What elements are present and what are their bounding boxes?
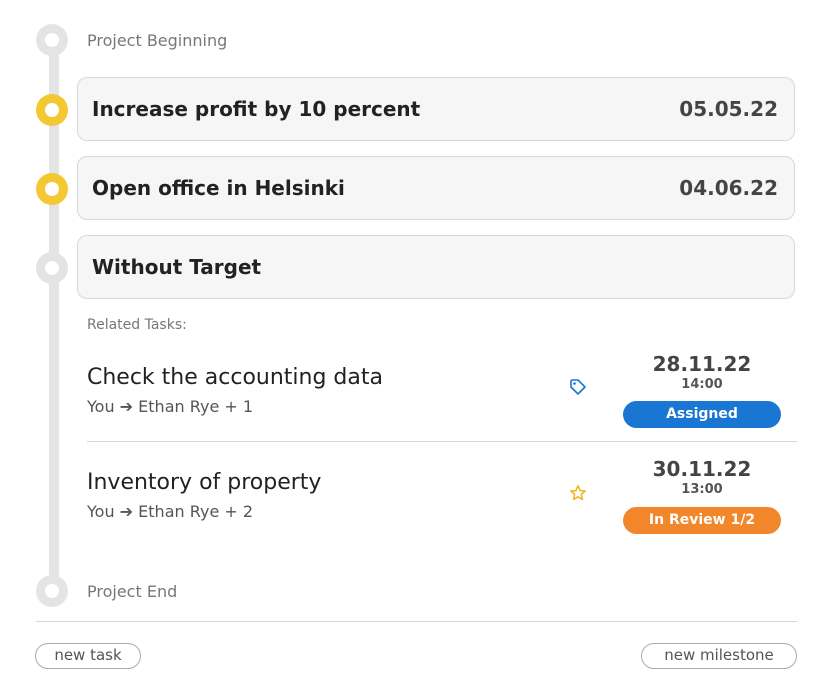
related-tasks-label: Related Tasks: [87,317,187,333]
milestone-node-2 [36,173,68,205]
milestone-card-1[interactable]: Increase profit by 10 percent 05.05.22 [77,77,795,141]
task-assignment: You ➔ Ethan Rye + 2 [87,502,253,521]
task-from: You [87,397,115,416]
project-beginning-label: Project Beginning [87,31,228,50]
task-time: 14:00 [681,377,723,392]
tag-icon[interactable] [569,378,587,396]
task-assignment: You ➔ Ethan Rye + 1 [87,397,253,416]
new-task-button[interactable]: new task [35,643,141,669]
milestone-card-2[interactable]: Open office in Helsinki 04.06.22 [77,156,795,220]
task-title: Inventory of property [87,470,322,495]
arrow-icon: ➔ [119,397,134,416]
milestone-date: 05.05.22 [679,97,778,121]
milestone-date: 04.06.22 [679,176,778,200]
task-to: Ethan Rye + 2 [138,502,254,521]
status-badge[interactable]: Assigned [623,401,781,428]
milestone-title: Open office in Helsinki [92,176,345,200]
task-date: 30.11.22 [652,457,752,481]
milestone-title: Increase profit by 10 percent [92,97,421,121]
task-time: 13:00 [681,482,723,497]
milestone-title: Without Target [92,255,262,279]
task-row-2[interactable]: Inventory of property You ➔ Ethan Rye + … [87,445,796,549]
task-to: Ethan Rye + 1 [138,397,254,416]
timeline-start-node [36,24,68,56]
milestone-card-3[interactable]: Without Target [77,235,795,299]
task-from: You [87,502,115,521]
task-date: 28.11.22 [652,352,752,376]
project-end-label: Project End [87,582,178,601]
task-row-1[interactable]: Check the accounting data You ➔ Ethan Ry… [87,340,796,444]
milestone-node-3 [36,252,68,284]
status-badge[interactable]: In Review 1/2 [623,507,781,534]
task-divider [87,441,797,442]
new-milestone-button[interactable]: new milestone [641,643,797,669]
milestone-node-1 [36,94,68,126]
arrow-icon: ➔ [119,502,134,521]
footer-divider [36,621,797,622]
timeline-end-node [36,575,68,607]
star-icon[interactable] [569,484,587,502]
task-title: Check the accounting data [87,365,383,390]
